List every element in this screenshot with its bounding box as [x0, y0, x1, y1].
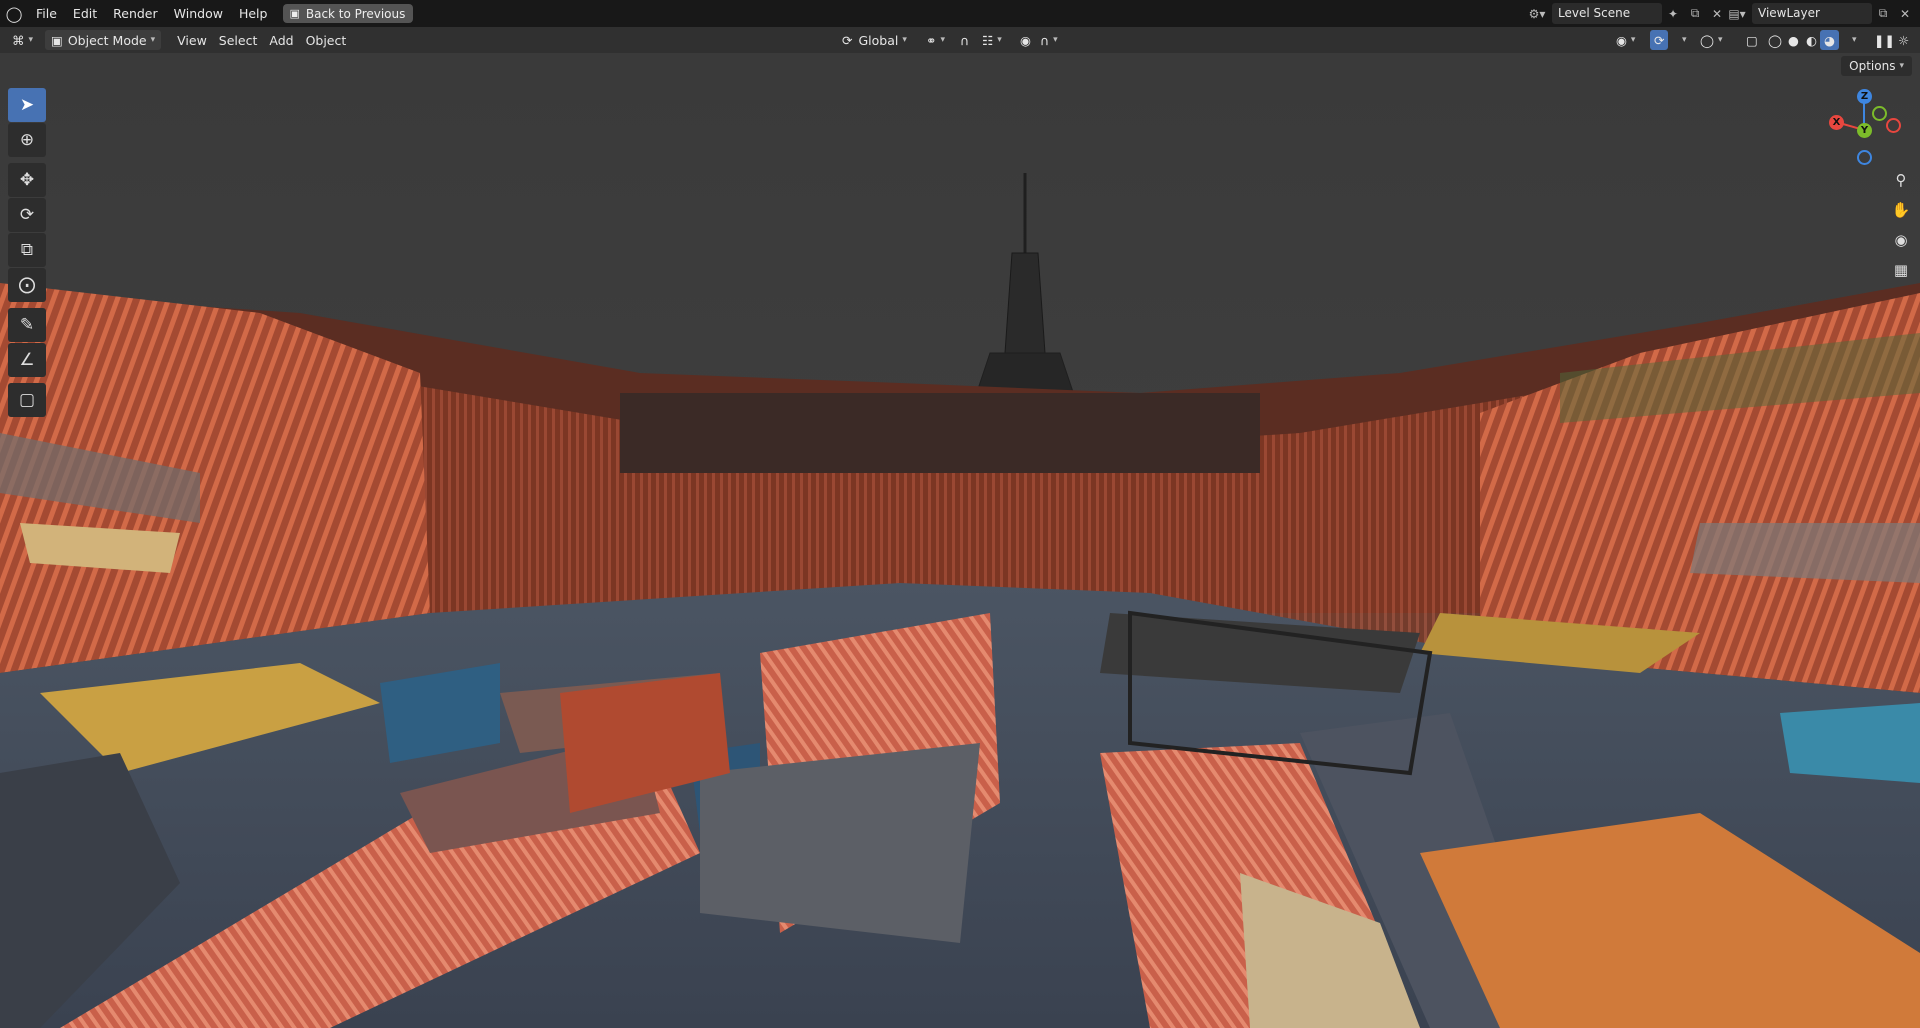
view-layer-icon[interactable]: ▤▾ — [1722, 3, 1752, 24]
falloff-dropdown[interactable]: ∩ ▾ — [1034, 30, 1064, 50]
pan-button[interactable]: ✋ — [1888, 197, 1914, 223]
rotate-icon: ⟳ — [19, 205, 35, 225]
object-mode-icon: ▣ — [51, 32, 63, 48]
pin-icon[interactable]: ✦ — [1662, 3, 1684, 24]
annotate-tool[interactable]: ✎ — [8, 308, 46, 342]
gizmo-neg-x-axis[interactable] — [1886, 118, 1901, 133]
add-menu[interactable]: Add — [263, 30, 299, 50]
rendered-icon: ◕ — [1824, 32, 1835, 48]
object-mode-label: Object Mode — [67, 32, 147, 48]
magnet-icon: ∩ — [960, 32, 970, 48]
camera-view-button[interactable]: ◉ — [1888, 227, 1914, 253]
view-layer-name-field[interactable]: ViewLayer — [1752, 3, 1872, 24]
gizmo-neg-z-axis[interactable] — [1857, 150, 1872, 165]
transform-orientation-dropdown[interactable]: ⟳ Global ▾ — [836, 30, 913, 50]
gizmo-icon: ⟳ — [1654, 32, 1665, 48]
menu-edit[interactable]: Edit — [65, 0, 105, 27]
scale-icon: ⧉ — [20, 240, 34, 260]
scene-render — [0, 53, 1920, 1028]
rotate-tool[interactable]: ⟳ — [8, 198, 46, 232]
grid-icon: ▦ — [1893, 261, 1909, 279]
options-label: Options — [1849, 59, 1896, 73]
xray-toggle[interactable]: ▢ — [1740, 30, 1764, 50]
object-menu[interactable]: Object — [300, 30, 353, 50]
add-cube-tool[interactable]: ▢ — [8, 383, 46, 417]
menu-window[interactable]: Window — [166, 0, 231, 27]
select-menu[interactable]: Select — [213, 30, 264, 50]
menu-file[interactable]: File — [28, 0, 65, 27]
shading-rendered-button[interactable]: ◕ — [1820, 30, 1839, 50]
view-layer-selector: ▤▾ ViewLayer ⧉ ✕ — [1722, 3, 1916, 24]
transform-icon: ⨀ — [18, 275, 36, 295]
snap-target-icon: ☷ — [982, 32, 994, 48]
duplicate-scene-icon[interactable]: ⧉ — [1684, 3, 1706, 24]
tool-shelf: ➤ ⊕ ✥ ⟳ ⧉ ⨀ ✎ ∠ ▢ — [8, 88, 48, 418]
close-view-layer-icon[interactable]: ✕ — [1894, 3, 1916, 24]
hand-icon: ✋ — [1891, 201, 1911, 219]
move-tool[interactable]: ✥ — [8, 163, 46, 197]
material-icon: ◐ — [1806, 32, 1817, 48]
blender-icon[interactable]: ◯ — [0, 0, 28, 27]
gizmo-x-axis[interactable]: X — [1829, 115, 1844, 130]
scene-name-field[interactable]: Level Scene — [1552, 3, 1662, 24]
ruler-icon: ∠ — [19, 350, 35, 370]
crosshair-icon: ⊕ — [19, 130, 35, 150]
duplicate-view-layer-icon[interactable]: ⧉ — [1872, 3, 1894, 24]
snap-target-dropdown[interactable]: ☷ ▾ — [976, 30, 1008, 50]
shading-dropdown[interactable]: ▾ — [1842, 30, 1863, 50]
scene-selector: ⚙▾ Level Scene ✦ ⧉ ✕ — [1522, 3, 1728, 24]
gizmo-toggle[interactable]: ⟳ — [1650, 30, 1669, 50]
3d-viewport[interactable]: ➤ ⊕ ✥ ⟳ ⧉ ⨀ ✎ ∠ ▢ Options ▾ Z X Y ⚲ ✋ ◉ ▦ — [0, 53, 1920, 1028]
back-to-previous-label: Back to Previous — [305, 6, 406, 21]
solid-icon: ● — [1788, 32, 1799, 48]
pivot-icon: ⚭ — [926, 32, 937, 48]
gizmo-z-axis[interactable]: Z — [1857, 89, 1872, 104]
gizmo-y-axis[interactable]: Y — [1857, 123, 1872, 138]
measure-tool[interactable]: ∠ — [8, 343, 46, 377]
top-bar: ◯ File Edit Render Window Help ▣ Back to… — [0, 0, 1920, 27]
object-mode-dropdown[interactable]: ▣ Object Mode ▾ — [45, 30, 162, 50]
xray-icon: ▢ — [1746, 32, 1758, 48]
cube-icon: ▢ — [18, 390, 36, 410]
perspective-toggle-button[interactable]: ▦ — [1888, 257, 1914, 283]
cursor-arrow-icon: ➤ — [19, 95, 35, 115]
navigation-gizmo[interactable]: Z X Y — [1826, 86, 1902, 172]
pivot-point-dropdown[interactable]: ⚭ ▾ — [920, 30, 951, 50]
zoom-button[interactable]: ⚲ — [1888, 167, 1914, 193]
orientation-icon: ⟳ — [842, 32, 853, 48]
screen-icon: ▣ — [289, 7, 300, 20]
proportional-edit-icon: ◉ — [1020, 32, 1031, 48]
wireframe-icon: ◯ — [1768, 32, 1782, 48]
viewport-header: ⌘ ▾ ▣ Object Mode ▾ View Select Add Object… — [0, 27, 1920, 53]
snap-toggle[interactable]: ∩ — [954, 30, 975, 50]
falloff-icon: ∩ — [1040, 32, 1050, 48]
overlays-toggle[interactable]: ◯ ▾ — [1694, 30, 1729, 50]
menu-render[interactable]: Render — [105, 0, 166, 27]
editor-type-icon: ⌘ — [12, 32, 25, 48]
gizmo-dropdown[interactable]: ▾ — [1672, 30, 1693, 50]
cursor-tool[interactable]: ⊕ — [8, 123, 46, 157]
view-menu[interactable]: View — [171, 30, 213, 50]
zoom-icon: ⚲ — [1895, 171, 1907, 189]
scale-tool[interactable]: ⧉ — [8, 233, 46, 267]
menu-help[interactable]: Help — [231, 0, 276, 27]
camera-icon: ◉ — [1894, 231, 1908, 249]
pencil-icon: ✎ — [19, 315, 35, 335]
orientation-label: Global — [858, 32, 899, 48]
options-dropdown[interactable]: Options ▾ — [1841, 56, 1912, 76]
render-preview-icon[interactable]: ☼ — [1892, 30, 1915, 50]
move-icon: ✥ — [19, 170, 35, 190]
gizmo-neg-y-axis[interactable] — [1872, 106, 1887, 121]
eye-icon: ◉ — [1616, 32, 1627, 48]
scene-icon[interactable]: ⚙▾ — [1522, 3, 1552, 24]
visibility-dropdown[interactable]: ◉ ▾ — [1610, 30, 1641, 50]
overlays-icon: ◯ — [1700, 32, 1714, 48]
transform-tool[interactable]: ⨀ — [8, 268, 46, 302]
back-to-previous-button[interactable]: ▣ Back to Previous — [283, 4, 414, 23]
editor-type-button[interactable]: ⌘ ▾ — [0, 30, 39, 50]
select-box-tool[interactable]: ➤ — [8, 88, 46, 122]
